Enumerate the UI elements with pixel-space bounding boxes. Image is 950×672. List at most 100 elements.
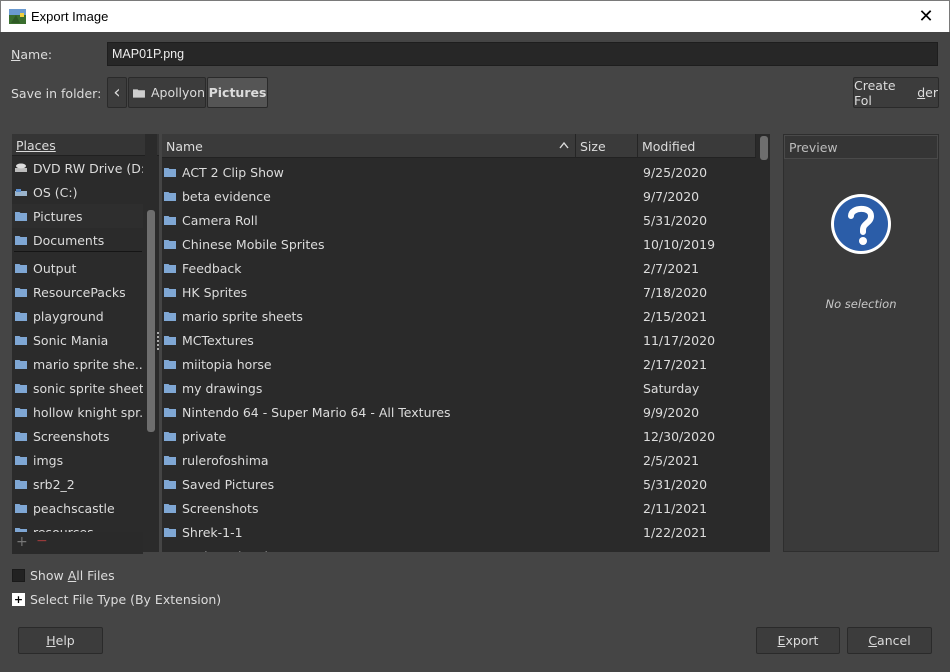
places-item[interactable]: playground bbox=[12, 304, 143, 328]
file-list-scroll-thumb[interactable] bbox=[760, 136, 768, 160]
export-button[interactable]: Export bbox=[756, 627, 840, 654]
cancel-button[interactable]: Cancel bbox=[847, 627, 932, 654]
add-bookmark-icon[interactable]: + bbox=[16, 534, 28, 550]
path-crumb-label: Pictures bbox=[208, 85, 267, 100]
show-all-files-checkbox[interactable] bbox=[12, 569, 25, 582]
folder-icon bbox=[164, 551, 176, 552]
file-row[interactable]: mario sprite sheets 2/15/2021 bbox=[162, 304, 758, 328]
places-item-label: playground bbox=[33, 308, 104, 324]
file-name-cell: private bbox=[164, 424, 226, 448]
file-name: Feedback bbox=[182, 260, 242, 276]
file-list-scrollbar[interactable] bbox=[758, 134, 770, 552]
places-item[interactable]: ResourcePacks bbox=[12, 280, 143, 304]
places-item[interactable]: Pictures bbox=[12, 204, 143, 228]
places-footer: + − bbox=[12, 532, 143, 554]
file-row[interactable]: Shrek-1-1 1/22/2021 bbox=[162, 520, 758, 544]
file-row[interactable]: Chinese Mobile Sprites 10/10/2019 bbox=[162, 232, 758, 256]
places-item[interactable]: Sonic Mania bbox=[12, 328, 143, 352]
create-folder-text: Create Fol bbox=[854, 77, 896, 108]
file-row[interactable]: private 12/30/2020 bbox=[162, 424, 758, 448]
expander-plus-icon[interactable]: + bbox=[12, 593, 25, 606]
file-modified-cell: 2/15/2021 bbox=[643, 544, 707, 553]
filename-input[interactable] bbox=[107, 42, 938, 66]
places-scrollbar[interactable] bbox=[145, 134, 157, 552]
folder-icon bbox=[164, 360, 176, 369]
file-row[interactable]: HK Sprites 7/18/2020 bbox=[162, 280, 758, 304]
pane-resize-handle[interactable] bbox=[157, 332, 160, 350]
places-pane: Places DVD RW Drive (D:) OS (C:) Pictures D… bbox=[12, 134, 159, 552]
places-item[interactable]: OS (C:) bbox=[12, 180, 143, 204]
path-crumb-pictures[interactable]: Pictures bbox=[207, 77, 268, 108]
file-row[interactable]: ACT 2 Clip Show 9/25/2020 bbox=[162, 160, 758, 184]
folder-icon bbox=[164, 384, 176, 393]
file-name-cell: Shrek-1-1 bbox=[164, 520, 243, 544]
places-scroll-thumb[interactable] bbox=[147, 210, 155, 432]
file-row[interactable]: MCTextures 11/17/2020 bbox=[162, 328, 758, 352]
file-row[interactable]: sonic sprite sheets 2/15/2021 bbox=[162, 544, 758, 553]
path-back-button[interactable]: ‹ bbox=[107, 77, 127, 108]
name-label: Name: bbox=[11, 47, 52, 62]
places-item[interactable]: Screenshots bbox=[12, 424, 143, 448]
file-name: mario sprite sheets bbox=[182, 308, 303, 324]
folder-icon bbox=[164, 504, 176, 513]
places-item[interactable]: hollow knight spr... bbox=[12, 400, 143, 424]
places-item[interactable]: DVD RW Drive (D:) bbox=[12, 156, 143, 180]
folder-icon bbox=[15, 504, 27, 513]
file-name: rulerofoshima bbox=[182, 452, 269, 468]
create-folder-mnemonic: d bbox=[917, 85, 926, 100]
folder-icon bbox=[15, 312, 27, 321]
file-row[interactable]: my drawings Saturday bbox=[162, 376, 758, 400]
file-row[interactable]: Screenshots 2/11/2021 bbox=[162, 496, 758, 520]
file-name: Camera Roll bbox=[182, 212, 258, 228]
folder-icon bbox=[164, 264, 176, 273]
folder-icon bbox=[15, 264, 27, 273]
create-folder-text-end: er bbox=[925, 85, 938, 100]
file-row[interactable]: Feedback 2/7/2021 bbox=[162, 256, 758, 280]
save-in-folder-label: Save in folder: bbox=[11, 86, 102, 101]
title-bar: Export Image ✕ bbox=[0, 0, 950, 32]
places-item[interactable]: mario sprite she... bbox=[12, 352, 143, 376]
file-row[interactable]: Nintendo 64 - Super Mario 64 - All Textu… bbox=[162, 400, 758, 424]
show-all-files-row[interactable]: Show All Files bbox=[12, 568, 115, 583]
column-header-size[interactable]: Size bbox=[576, 134, 638, 158]
places-item[interactable]: sonic sprite sheets bbox=[12, 376, 143, 400]
folder-icon bbox=[15, 432, 27, 441]
file-name: Nintendo 64 - Super Mario 64 - All Textu… bbox=[182, 404, 451, 420]
file-row[interactable]: Camera Roll 5/31/2020 bbox=[162, 208, 758, 232]
folder-icon bbox=[164, 528, 176, 537]
folder-icon bbox=[164, 408, 176, 417]
help-button[interactable]: Help bbox=[18, 627, 103, 654]
file-name-cell: Camera Roll bbox=[164, 208, 258, 232]
remove-bookmark-icon[interactable]: − bbox=[36, 533, 48, 549]
places-item[interactable]: peachscastle bbox=[12, 496, 143, 520]
places-header[interactable]: Places bbox=[12, 134, 159, 156]
file-modified-cell: Saturday bbox=[643, 380, 700, 396]
places-item[interactable]: srb2_2 bbox=[12, 472, 143, 496]
file-type-expander-row[interactable]: + Select File Type (By Extension) bbox=[12, 592, 221, 607]
places-item[interactable]: Output bbox=[12, 256, 143, 280]
create-folder-button[interactable]: Create Fol d er bbox=[853, 77, 939, 108]
file-name: HK Sprites bbox=[182, 284, 248, 300]
file-modified-cell: 9/9/2020 bbox=[643, 404, 700, 420]
close-icon[interactable]: ✕ bbox=[903, 1, 949, 32]
folder-icon bbox=[15, 408, 27, 417]
places-item-label: Screenshots bbox=[33, 428, 110, 444]
column-header-modified[interactable]: Modified bbox=[638, 134, 756, 158]
file-name-cell: Screenshots bbox=[164, 496, 258, 520]
column-header-name[interactable]: Name bbox=[162, 134, 576, 158]
places-item[interactable]: imgs bbox=[12, 448, 143, 472]
places-item-label: Documents bbox=[33, 232, 105, 248]
file-modified-cell: 5/31/2020 bbox=[643, 212, 708, 228]
file-row[interactable]: rulerofoshima 2/5/2021 bbox=[162, 448, 758, 472]
places-item-label: peachscastle bbox=[33, 500, 115, 516]
file-row[interactable]: miitopia horse 2/17/2021 bbox=[162, 352, 758, 376]
places-item[interactable]: Documents bbox=[12, 228, 143, 252]
path-crumb-apollyon[interactable]: Apollyon bbox=[128, 77, 206, 108]
preview-status-text: No selection bbox=[825, 297, 897, 311]
file-name-cell: Chinese Mobile Sprites bbox=[164, 232, 324, 256]
file-row[interactable]: Saved Pictures 5/31/2020 bbox=[162, 472, 758, 496]
file-name: private bbox=[182, 428, 227, 444]
file-row[interactable]: beta evidence 9/7/2020 bbox=[162, 184, 758, 208]
chevron-left-icon: ‹ bbox=[113, 82, 121, 103]
file-name-cell: Feedback bbox=[164, 256, 242, 280]
